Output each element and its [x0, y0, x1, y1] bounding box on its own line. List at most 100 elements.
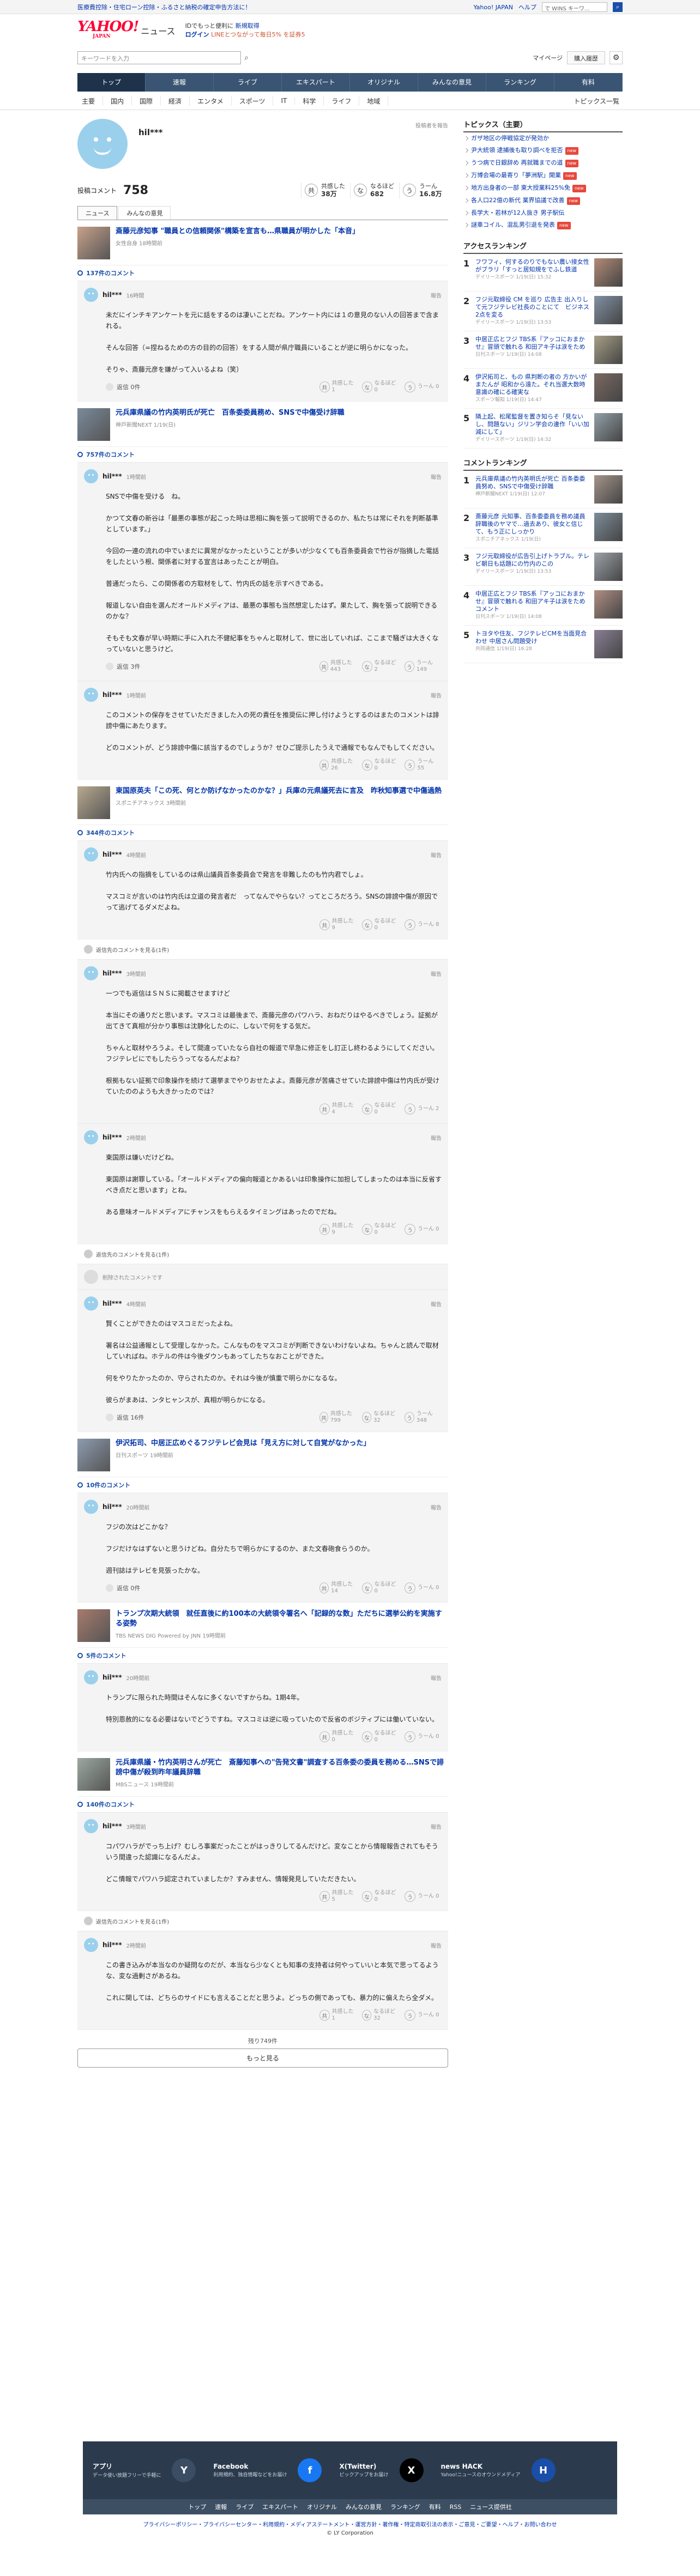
topic-item[interactable]: 尹大統領 逮捕後も取り調べを拒否 new [463, 144, 623, 157]
tab-news[interactable]: ニュース [77, 206, 118, 220]
vote-button[interactable]: ななるほど 0 [362, 1102, 399, 1116]
commenter-avatar[interactable] [84, 1938, 98, 1952]
vote-button[interactable]: ななるほど 0 [362, 759, 399, 772]
category-item-4[interactable]: エンタメ [190, 96, 232, 106]
article-thumbnail[interactable] [77, 786, 110, 819]
footer-app[interactable]: X(Twitter) ピックアップをお届け X [339, 2458, 424, 2482]
report-comment-link[interactable]: 報告 [431, 1822, 442, 1831]
footer-link[interactable]: ライブ [236, 2502, 254, 2511]
login-link[interactable]: ログイン [185, 31, 209, 38]
reply-button[interactable]: 返信 16件 [106, 1413, 144, 1422]
vote-button[interactable]: 共共感した 1 [319, 380, 357, 393]
vote-button[interactable]: ううーん 8 [405, 918, 442, 931]
search-icon[interactable]: ⌕ [613, 2, 623, 12]
commenter-avatar[interactable] [84, 1296, 98, 1311]
commenter-name[interactable]: hil*** [102, 1941, 122, 1949]
vote-button[interactable]: ななるほど 0 [362, 918, 399, 931]
commenter-name[interactable]: hil*** [102, 969, 122, 977]
footer-link[interactable]: ランキング [390, 2502, 420, 2511]
category-item-3[interactable]: 経済 [161, 96, 190, 106]
category-item-2[interactable]: 国際 [132, 96, 161, 106]
category-item-9[interactable]: 地域 [359, 96, 389, 106]
commenter-name[interactable]: hil*** [102, 472, 122, 480]
comment-count[interactable]: 757件のコメント [77, 446, 448, 462]
footer-link[interactable]: みんなの意見 [346, 2502, 382, 2511]
category-item-5[interactable]: スポーツ [232, 96, 274, 106]
yahoo-japan-link[interactable]: Yahoo! JAPAN [473, 4, 513, 11]
commenter-avatar[interactable] [84, 1500, 98, 1514]
vote-button[interactable]: ななるほど 0 [362, 1581, 399, 1595]
article-thumbnail[interactable] [77, 1439, 110, 1471]
footer-legal-links[interactable]: プライバシーポリシー・プライバシーセンター・利用規約・メディアステートメント・運… [83, 2514, 617, 2528]
access-item[interactable]: 1 フワフィ、何するのりでもない農い接女性がブラリ「すっと居知規をでふし鉄道 デイリ… [463, 254, 623, 292]
topic-item[interactable]: 万博会場の最寄り「夢洲駅」開業 new [463, 169, 623, 182]
commenter-avatar[interactable] [84, 1819, 98, 1833]
article-thumbnail[interactable] [77, 1758, 110, 1791]
report-comment-link[interactable]: 報告 [431, 851, 442, 859]
commenter-avatar[interactable] [84, 688, 98, 702]
report-comment-link[interactable]: 報告 [431, 472, 442, 481]
vote-button[interactable]: 共共感した 0 [319, 1730, 357, 1743]
commenter-avatar[interactable] [84, 469, 98, 483]
vote-button[interactable]: ななるほど 32 [362, 1411, 399, 1424]
comment_rank-item[interactable]: 4 中居正広とフジ TBS系『アッコにおまかせ』冒頭で触れる 和田アキ子は涙をため… [463, 586, 623, 626]
topics-all-link[interactable]: トピックス一覧 [574, 96, 623, 106]
show-parent-link[interactable]: 返信先のコメントを見る(1件) [77, 1244, 448, 1264]
nav-item-0[interactable]: トップ [77, 73, 146, 92]
search-icon[interactable]: ⌕ [241, 51, 252, 64]
show-parent-link[interactable]: 返信先のコメントを見る(1件) [77, 1911, 448, 1931]
comment-count[interactable]: 10件のコメント [77, 1477, 448, 1493]
report-comment-link[interactable]: 報告 [431, 691, 442, 699]
vote-button[interactable]: 共共感した 799 [319, 1411, 357, 1424]
vote-button[interactable]: ううーん 0 [405, 1890, 442, 1903]
vote-button[interactable]: ななるほど 2 [362, 660, 399, 673]
reply-button[interactable]: 返信 3件 [106, 662, 141, 671]
footer-link[interactable]: RSS [450, 2504, 462, 2511]
vote-button[interactable]: ううーん 0 [405, 380, 442, 393]
report-comment-link[interactable]: 報告 [431, 1941, 442, 1949]
article-thumbnail[interactable] [77, 227, 110, 259]
nav-item-3[interactable]: エキスパート [282, 73, 350, 92]
yahoo-logo[interactable]: YAHOO! JAPAN [77, 20, 139, 39]
footer-link[interactable]: トップ [188, 2502, 206, 2511]
category-item-6[interactable]: IT [273, 97, 295, 105]
comment_rank-item[interactable]: 5 トヨタや住友、フジテレビCMを当面見合わせ 中居さん問題受け 共同通信 1/19… [463, 626, 623, 663]
topic-item[interactable]: 地方出身者の一部 東大授業料25%免 new [463, 182, 623, 195]
nav-item-4[interactable]: オリジナル [350, 73, 418, 92]
report-comment-link[interactable]: 報告 [431, 1134, 442, 1142]
vote-button[interactable]: ななるほど 0 [362, 1730, 399, 1743]
access-item[interactable]: 2 フジ元取締役 CM を巡り 広告主 出入りして元フジテレビ社長のことにて ビジ… [463, 292, 623, 331]
commenter-name[interactable]: hil*** [102, 1674, 122, 1681]
service-name[interactable]: ニュース [141, 24, 175, 37]
comment-count[interactable]: 140件のコメント [77, 1796, 448, 1812]
article-title[interactable]: 斎藤元彦知事 "職員との信頼関係"構築を宣言も…県職員が明かした「本音」 [116, 227, 359, 235]
footer-app[interactable]: アプリ データ使い放題フリーで手軽に Y [93, 2458, 196, 2482]
vote-button[interactable]: 共共感した 4 [319, 1102, 357, 1116]
vote-button[interactable]: ななるほど 0 [362, 1223, 399, 1236]
reply-button[interactable]: 返信 0件 [106, 383, 141, 391]
access-item[interactable]: 5 隣上起、松尾監督を置き知らそ「見ないし、問題ない」ジリン学会の連作「いい加減に… [463, 409, 623, 448]
category-item-8[interactable]: ライフ [324, 96, 360, 106]
article-title[interactable]: トランプ次期大統領 就任直後に約100本の大統領令署名へ「記録的な数」ただちに選… [116, 1610, 442, 1628]
article-title[interactable]: 東国原英夫「この死、何とか防げなかったのかな？」兵庫の元県議死去に言及 昨秋知事… [116, 787, 442, 795]
tab-opinions[interactable]: みんなの意見 [118, 206, 171, 220]
category-item-7[interactable]: 科学 [295, 96, 324, 106]
article-title[interactable]: 元兵庫県議・竹内英明さんが死亡 斎藤知事への"告発文書"調査する百条委の委員を務… [116, 1759, 444, 1777]
vote-button[interactable]: ううーん 348 [405, 1411, 442, 1424]
vote-button[interactable]: ううーん 0 [405, 1730, 442, 1743]
commenter-name[interactable]: hil*** [102, 1822, 122, 1830]
article-title[interactable]: 元兵庫県議の竹内英明氏が死亡 百条委委員務め、SNSで中傷受け辞職 [116, 409, 345, 417]
show-parent-link[interactable]: 返信先のコメントを見る(1件) [77, 939, 448, 959]
load-more-button[interactable]: もっと見る [77, 2048, 448, 2068]
topic-item[interactable]: ガザ地区の停戦協定が発効か [463, 132, 623, 144]
report-comment-link[interactable]: 報告 [431, 969, 442, 978]
topic-item[interactable]: 長学大・若林が12人抜き 男子駅伝 [463, 207, 623, 219]
commenter-name[interactable]: hil*** [102, 291, 122, 299]
footer-link[interactable]: エキスパート [262, 2502, 298, 2511]
report-comment-link[interactable]: 報告 [431, 1674, 442, 1682]
promo-link[interactable]: 医療費控除・住宅ローン控除・ふるさと納税の確定申告方法に！ [77, 3, 251, 11]
vote-button[interactable]: ううーん 149 [405, 660, 442, 673]
commenter-name[interactable]: hil*** [102, 851, 122, 858]
article-title[interactable]: 伊沢拓司、中居正広めぐるフジテレビ会見は「見え方に対して自覚がなかった」 [116, 1439, 370, 1447]
access-item[interactable]: 3 中居正広とフジ TBS系『アッコにおまかせ』冒頭で触れる 和田アキ子は涙をため… [463, 331, 623, 369]
